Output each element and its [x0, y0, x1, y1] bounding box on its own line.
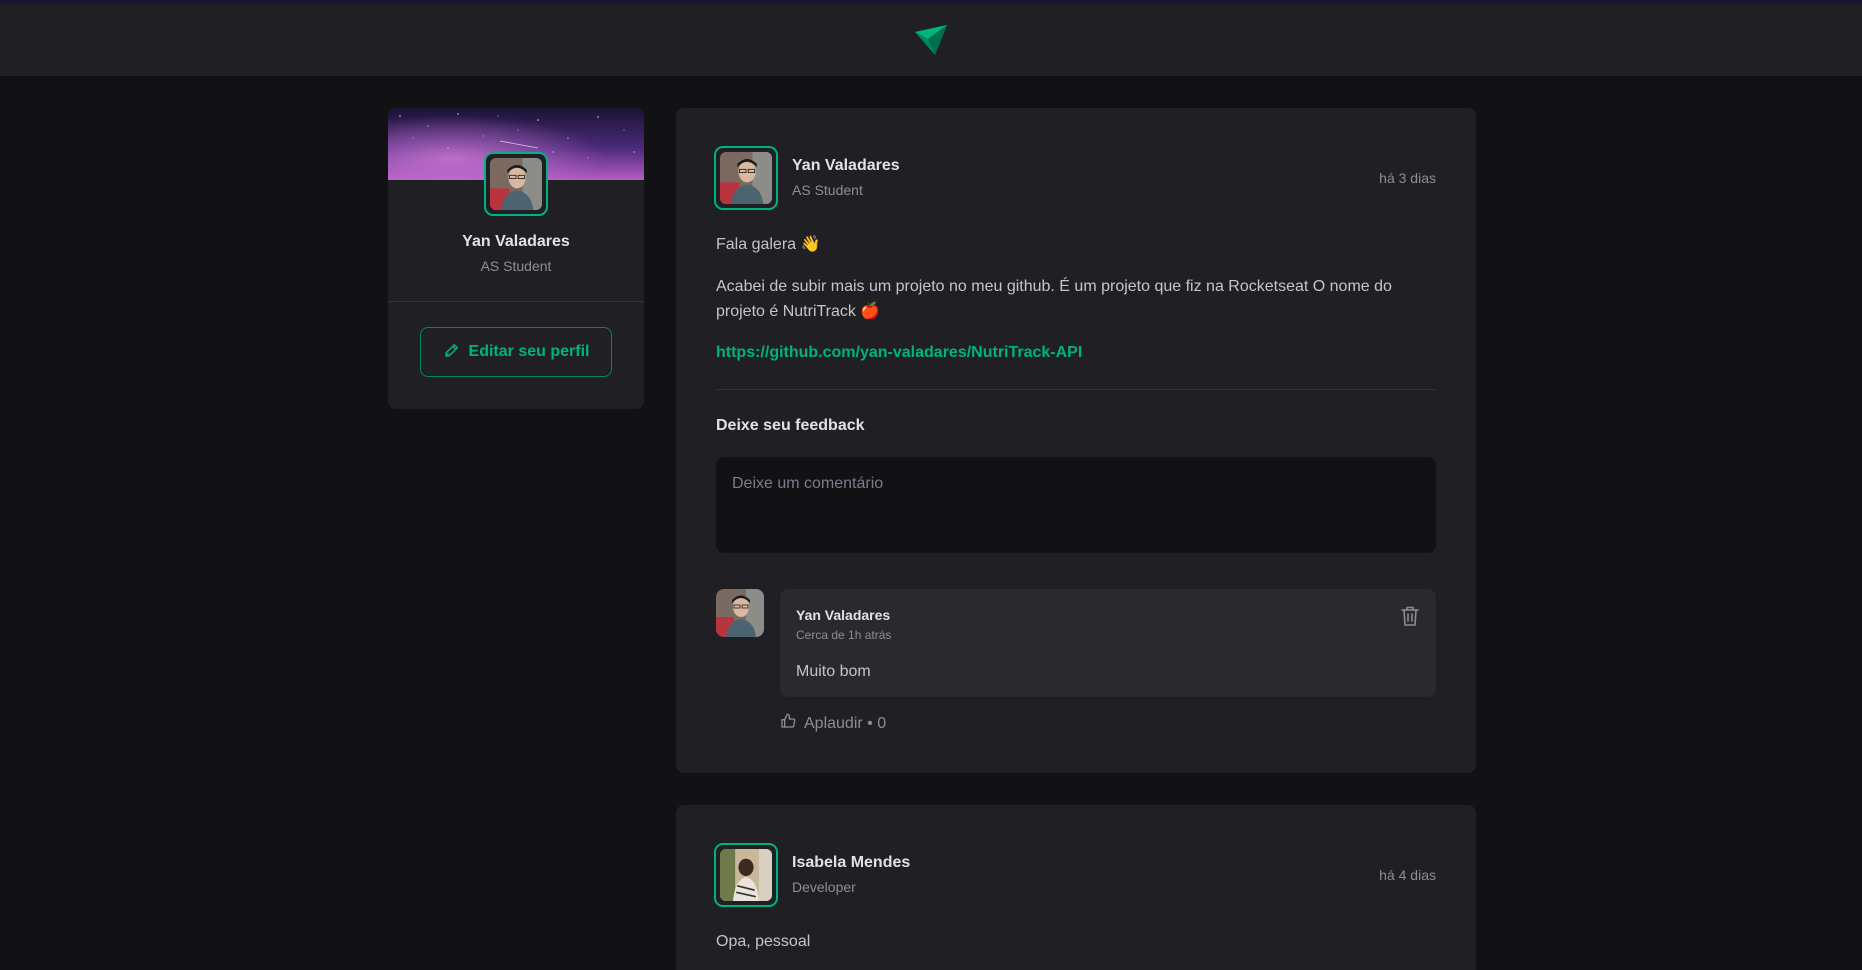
post-time: há 4 dias: [1379, 867, 1436, 883]
app-header: [0, 4, 1862, 76]
comment-time: Cerca de 1h atrás: [796, 628, 892, 642]
comment-text: Muito bom: [796, 663, 871, 680]
profile-name: Yan Valadares: [462, 233, 570, 250]
user-avatar-image: [720, 152, 772, 204]
post-paragraph: Acabei de subir mais um projeto no meu g…: [716, 278, 1392, 320]
post-divider: [716, 389, 1436, 390]
pencil-icon: [443, 341, 461, 364]
post-author-avatar[interactable]: [714, 146, 778, 210]
post-time: há 3 dias: [1379, 170, 1436, 186]
post-link[interactable]: https://github.com/yan-valadares/NutriTr…: [716, 344, 1082, 362]
edit-profile-label: Editar seu perfil: [468, 343, 590, 360]
profile-avatar[interactable]: [484, 152, 548, 216]
post-card: Yan Valadares AS Student há 3 dias Fala …: [676, 108, 1476, 773]
profile-sidebar: Yan Valadares AS Student Editar seu perf…: [388, 108, 644, 409]
edit-profile-button[interactable]: Editar seu perfil: [420, 327, 612, 377]
post-author-name: Isabela Mendes: [792, 854, 911, 871]
comment-author-avatar[interactable]: [716, 589, 764, 637]
post-paragraph: Opa, pessoal: [716, 933, 811, 950]
thumbs-up-icon: [780, 713, 796, 734]
post-author-name: Yan Valadares: [792, 157, 900, 174]
feedback-title: Deixe seu feedback: [716, 417, 865, 434]
comment-author-name: Yan Valadares: [796, 607, 891, 623]
user-avatar-image: [490, 158, 542, 210]
comment-input[interactable]: [716, 457, 1436, 553]
user-avatar-image: [720, 849, 772, 901]
comment-box: Yan Valadares Cerca de 1h atrás Muito bo…: [780, 589, 1436, 697]
profile-role: AS Student: [480, 258, 552, 274]
trash-icon[interactable]: [1400, 605, 1420, 632]
user-avatar-image: [716, 589, 764, 637]
sidebar-divider: [388, 301, 644, 302]
applaud-label: Aplaudir • 0: [804, 714, 887, 732]
post-author-avatar[interactable]: [714, 843, 778, 907]
post-author-role: AS Student: [792, 182, 863, 198]
applaud-button[interactable]: Aplaudir • 0: [780, 713, 886, 734]
post-author-role: Developer: [792, 879, 856, 895]
post-paragraph: Fala galera 👋: [716, 236, 821, 253]
post-card: Isabela Mendes Developer há 4 dias Opa, …: [676, 805, 1476, 970]
paper-plane-logo-icon: [913, 23, 949, 57]
